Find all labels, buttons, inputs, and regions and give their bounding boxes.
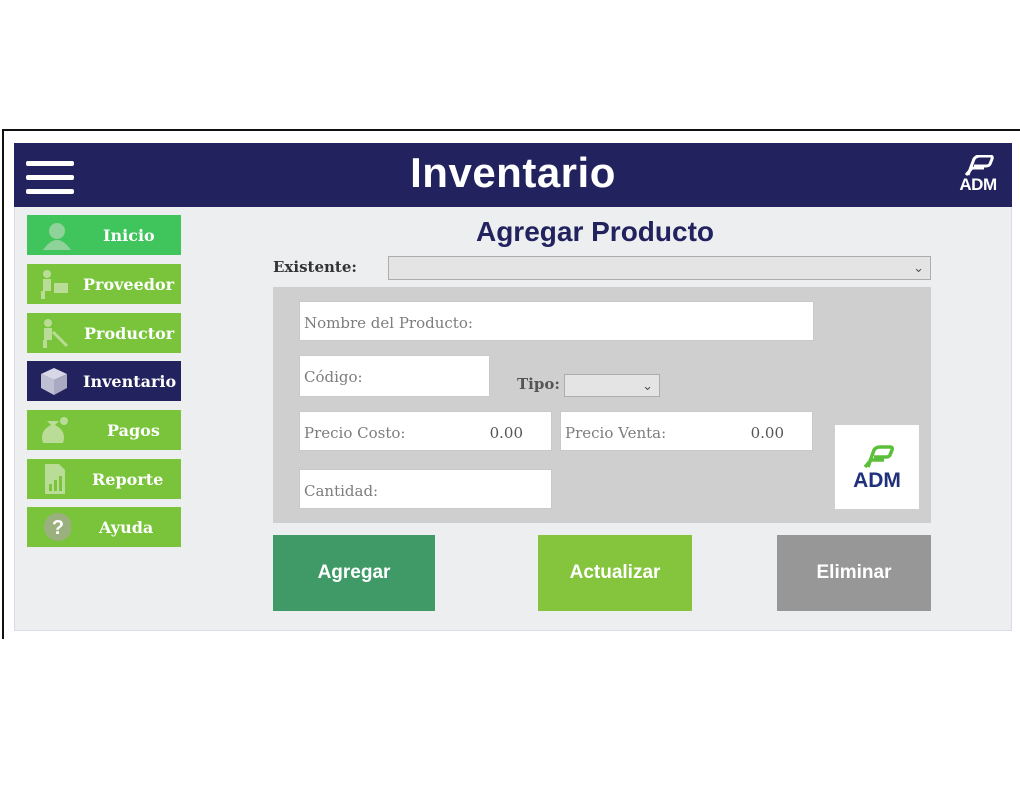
svg-text:?: ? — [52, 517, 64, 539]
actualizar-button[interactable]: Actualizar — [538, 535, 692, 611]
supplier-icon — [41, 270, 68, 299]
nombre-producto-field[interactable]: Nombre del Producto: — [299, 301, 814, 341]
codigo-placeholder: Código: — [304, 368, 363, 386]
sidebar-item-label: Reporte — [92, 470, 164, 489]
adm-logo: ADM — [835, 425, 919, 509]
existente-label: Existente: — [273, 258, 357, 276]
sidebar-item-label: Pagos — [107, 421, 160, 440]
sidebar-item-inventario[interactable]: Inventario — [27, 361, 181, 401]
sidebar-item-label: Inicio — [103, 226, 155, 245]
money-bag-icon — [42, 417, 68, 443]
cantidad-placeholder: Cantidad: — [304, 482, 379, 500]
precio-venta-field[interactable]: Precio Venta: 0.00 — [560, 411, 813, 451]
precio-costo-field[interactable]: Precio Costo: 0.00 — [299, 411, 552, 451]
header-bar: Inventario ADM — [14, 143, 1012, 207]
precio-venta-label: Precio Venta: — [565, 424, 667, 442]
page-title: Inventario — [410, 149, 616, 196]
section-title: Agregar Producto — [475, 216, 715, 247]
sidebar-item-label: Ayuda — [99, 518, 154, 537]
precio-costo-value: 0.00 — [489, 424, 523, 442]
chevron-down-icon: ⌄ — [642, 378, 653, 393]
sidebar-item-label: Proveedor — [83, 275, 175, 294]
sidebar-item-pagos[interactable]: Pagos — [27, 410, 181, 450]
existente-select[interactable]: ⌄ — [388, 256, 931, 280]
header-logo-text: ADM — [959, 175, 997, 194]
help-icon: ? — [44, 513, 71, 541]
tipo-label: Tipo: — [517, 375, 560, 393]
home-person-icon — [43, 223, 71, 250]
tipo-select[interactable]: ⌄ — [564, 374, 660, 397]
cantidad-field[interactable]: Cantidad: — [299, 469, 552, 509]
precio-venta-value: 0.00 — [750, 424, 784, 442]
eliminar-button[interactable]: Eliminar — [777, 535, 931, 611]
chevron-down-icon: ⌄ — [913, 260, 924, 275]
sidebar-item-productor[interactable]: Productor — [27, 313, 181, 353]
nombre-producto-placeholder: Nombre del Producto: — [304, 314, 473, 332]
agregar-button[interactable]: Agregar — [273, 535, 435, 611]
sidebar-item-reporte[interactable]: Reporte — [27, 459, 181, 499]
sidebar-item-proveedor[interactable]: Proveedor — [27, 264, 181, 304]
sidebar-item-label: Productor — [84, 324, 175, 343]
leaf-logo-icon — [863, 445, 894, 469]
sidebar-item-inicio[interactable]: Inicio — [27, 215, 181, 255]
codigo-field[interactable]: Código: — [299, 355, 490, 397]
sidebar-item-label: Inventario — [83, 372, 177, 391]
adm-logo-icon: ADM — [956, 154, 1000, 195]
logo-text: ADM — [853, 469, 901, 492]
farmer-icon — [43, 319, 69, 348]
precio-costo-label: Precio Costo: — [304, 424, 406, 442]
report-icon — [45, 464, 65, 494]
sidebar-item-ayuda[interactable]: ? Ayuda — [27, 507, 181, 547]
box-icon — [41, 368, 67, 395]
